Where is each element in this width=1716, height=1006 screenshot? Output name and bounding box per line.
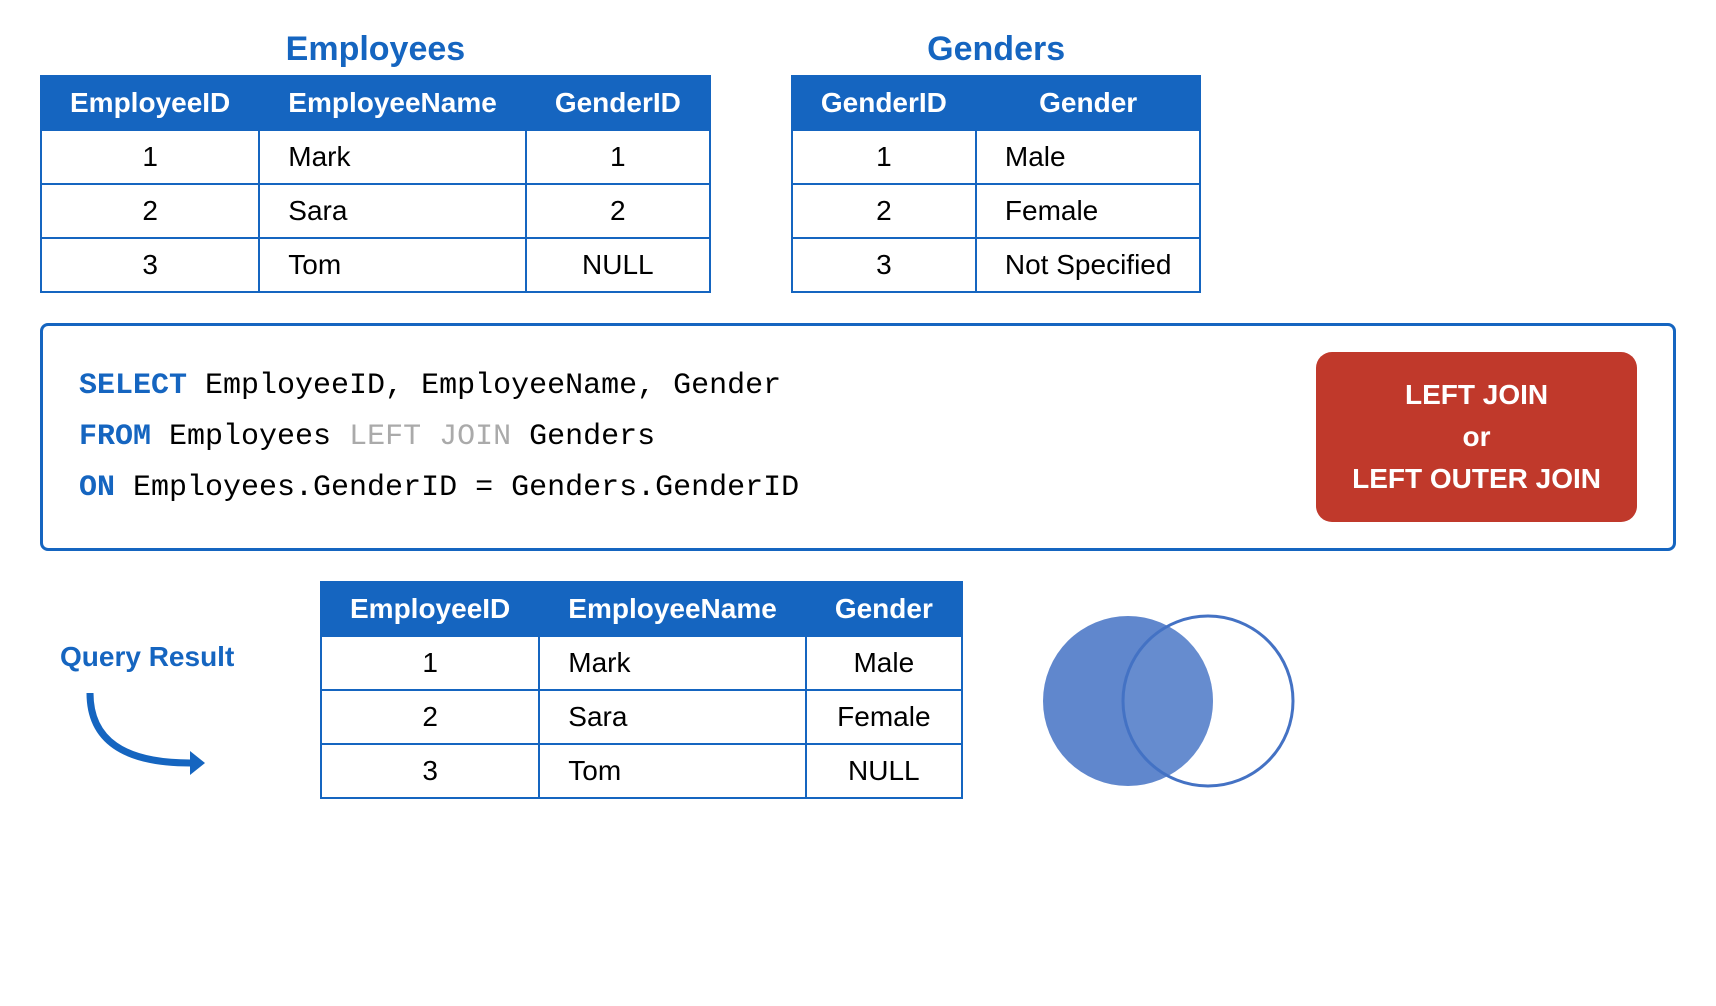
table-row: 1Mark1	[41, 130, 710, 184]
venn-diagram	[1023, 601, 1303, 801]
employees-col-id: EmployeeID	[41, 76, 259, 130]
table-cell: 3	[41, 238, 259, 292]
table-cell: 2	[526, 184, 710, 238]
result-header-row: EmployeeID EmployeeName Gender	[321, 582, 962, 636]
table-cell: Female	[976, 184, 1201, 238]
genders-title: Genders	[927, 30, 1065, 69]
table-cell: Sara	[259, 184, 526, 238]
genders-col-gender: Gender	[976, 76, 1201, 130]
genders-header-row: GenderID Gender	[792, 76, 1201, 130]
table-cell: Tom	[259, 238, 526, 292]
result-table-wrapper: EmployeeID EmployeeName Gender 1MarkMale…	[320, 581, 963, 799]
query-result-arrow	[60, 683, 260, 803]
genders-table: GenderID Gender 1Male2Female3Not Specifi…	[791, 75, 1202, 293]
table-cell: Tom	[539, 744, 806, 798]
employees-table: EmployeeID EmployeeName GenderID 1Mark12…	[40, 75, 711, 293]
employees-col-genderid: GenderID	[526, 76, 710, 130]
result-col-id: EmployeeID	[321, 582, 539, 636]
from-table2: Genders	[511, 420, 655, 454]
on-condition: Employees.GenderID = Genders.GenderID	[115, 471, 799, 505]
genders-col-id: GenderID	[792, 76, 976, 130]
table-cell: 2	[41, 184, 259, 238]
top-tables-section: Employees EmployeeID EmployeeName Gender…	[40, 30, 1676, 293]
table-cell: 2	[321, 690, 539, 744]
employees-table-wrapper: Employees EmployeeID EmployeeName Gender…	[40, 30, 711, 293]
query-result-label: Query Result	[60, 641, 234, 673]
sql-from-line: FROM Employees LEFT JOIN Genders	[79, 412, 799, 463]
genders-table-wrapper: Genders GenderID Gender 1Male2Female3Not…	[791, 30, 1202, 293]
table-cell: Mark	[259, 130, 526, 184]
on-keyword: ON	[79, 471, 115, 505]
table-cell: 1	[792, 130, 976, 184]
employees-title: Employees	[286, 30, 466, 69]
select-keyword: SELECT	[79, 369, 187, 403]
table-row: 3TomNULL	[41, 238, 710, 292]
from-keyword: FROM	[79, 420, 151, 454]
arrow-label-wrapper: Query Result	[60, 581, 260, 803]
employees-col-name: EmployeeName	[259, 76, 526, 130]
result-table: EmployeeID EmployeeName Gender 1MarkMale…	[320, 581, 963, 799]
sql-on-line: ON Employees.GenderID = Genders.GenderID	[79, 463, 799, 514]
table-row: 2Sara2	[41, 184, 710, 238]
result-col-name: EmployeeName	[539, 582, 806, 636]
venn-diagram-wrapper	[1023, 581, 1303, 801]
table-cell: Female	[806, 690, 962, 744]
join-badge-line2: or	[1352, 416, 1601, 458]
select-columns: EmployeeID, EmployeeName, Gender	[187, 369, 781, 403]
table-cell: 2	[792, 184, 976, 238]
sql-code-block: SELECT EmployeeID, EmployeeName, Gender …	[79, 361, 799, 514]
table-row: 1MarkMale	[321, 636, 962, 690]
join-badge-line3: LEFT OUTER JOIN	[1352, 458, 1601, 500]
table-cell: Sara	[539, 690, 806, 744]
table-cell: Mark	[539, 636, 806, 690]
table-row: 3Not Specified	[792, 238, 1201, 292]
join-badge: LEFT JOIN or LEFT OUTER JOIN	[1316, 352, 1637, 522]
table-cell: NULL	[806, 744, 962, 798]
table-cell: Not Specified	[976, 238, 1201, 292]
result-section: Query Result EmployeeID EmployeeName Gen…	[40, 581, 1676, 803]
table-cell: 1	[526, 130, 710, 184]
sql-section: SELECT EmployeeID, EmployeeName, Gender …	[40, 323, 1676, 551]
table-cell: Male	[976, 130, 1201, 184]
table-cell: Male	[806, 636, 962, 690]
table-cell: 3	[792, 238, 976, 292]
table-cell: 1	[321, 636, 539, 690]
table-row: 2SaraFemale	[321, 690, 962, 744]
table-row: 2Female	[792, 184, 1201, 238]
join-badge-line1: LEFT JOIN	[1352, 374, 1601, 416]
table-row: 3TomNULL	[321, 744, 962, 798]
employees-header-row: EmployeeID EmployeeName GenderID	[41, 76, 710, 130]
sql-select-line: SELECT EmployeeID, EmployeeName, Gender	[79, 361, 799, 412]
from-table: Employees	[151, 420, 349, 454]
table-cell: 1	[41, 130, 259, 184]
table-row: 1Male	[792, 130, 1201, 184]
join-keyword-inline: LEFT JOIN	[349, 420, 511, 454]
result-col-gender: Gender	[806, 582, 962, 636]
table-cell: 3	[321, 744, 539, 798]
table-cell: NULL	[526, 238, 710, 292]
